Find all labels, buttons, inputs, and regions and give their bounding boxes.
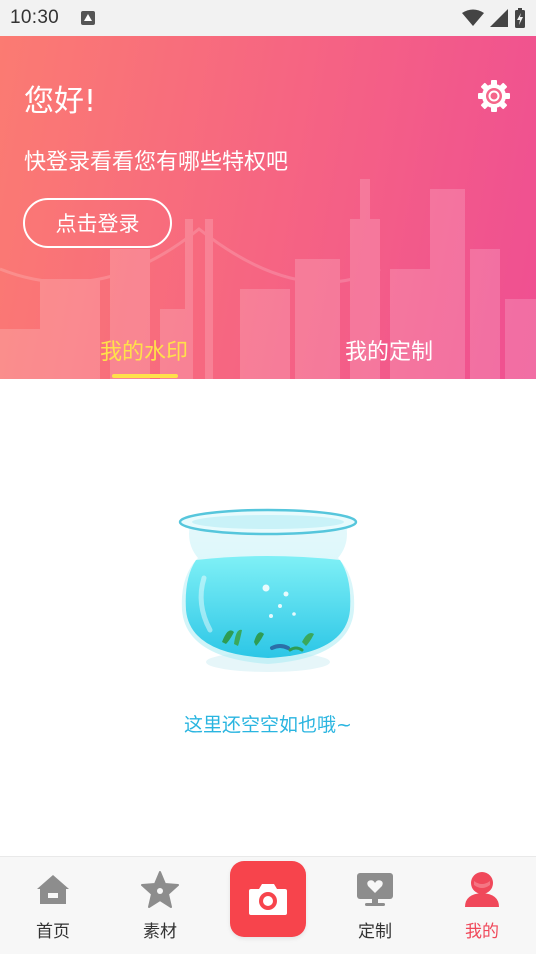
- login-button[interactable]: 点击登录: [23, 198, 172, 248]
- camera-icon: [249, 884, 287, 915]
- settings-button[interactable]: [476, 78, 512, 114]
- notification-a-icon: [81, 11, 96, 25]
- star-icon: [141, 871, 179, 908]
- nav-item-home[interactable]: 首页: [13, 857, 93, 954]
- camera-button[interactable]: [230, 861, 306, 937]
- greeting-title: 您好!: [24, 84, 97, 119]
- signal-icon: [490, 9, 508, 27]
- nav-label-home: 首页: [36, 922, 70, 942]
- wifi-icon: [462, 9, 484, 26]
- gear-icon: [478, 80, 510, 112]
- tab-my-watermark[interactable]: 我的水印: [100, 334, 188, 366]
- bottom-navigation: 首页 素材 定制 我的: [0, 856, 536, 954]
- nav-item-custom[interactable]: 定制: [335, 857, 415, 954]
- status-bar: 10:30: [0, 0, 536, 36]
- nav-label-custom: 定制: [358, 922, 392, 942]
- nav-item-mine[interactable]: 我的: [442, 857, 522, 954]
- empty-state-message: 这里还空空如也哦~: [184, 714, 352, 736]
- tab-my-custom[interactable]: 我的定制: [345, 334, 433, 366]
- city-skyline-background: [0, 179, 536, 379]
- fishbowl-illustration: [178, 508, 358, 672]
- status-time: 10:30: [10, 7, 60, 28]
- nav-label-material: 素材: [143, 922, 177, 942]
- nav-item-material[interactable]: 素材: [120, 857, 200, 954]
- profile-header: 您好! 快登录看看您有哪些特权吧 点击登录 我的水印 我的定制: [0, 36, 536, 379]
- monitor-heart-icon: [357, 873, 393, 906]
- nav-label-mine: 我的: [465, 922, 499, 942]
- login-prompt-text: 快登录看看您有哪些特权吧: [24, 150, 289, 175]
- home-icon: [37, 875, 69, 904]
- user-icon: [465, 872, 499, 907]
- screen: 10:30 您好! 快登录看看您有哪些特权吧 点击登录 我的水印 我的定制 这里…: [0, 0, 536, 954]
- active-tab-indicator: [112, 374, 178, 378]
- battery-charging-icon: [515, 8, 525, 28]
- status-indicators: [462, 8, 526, 28]
